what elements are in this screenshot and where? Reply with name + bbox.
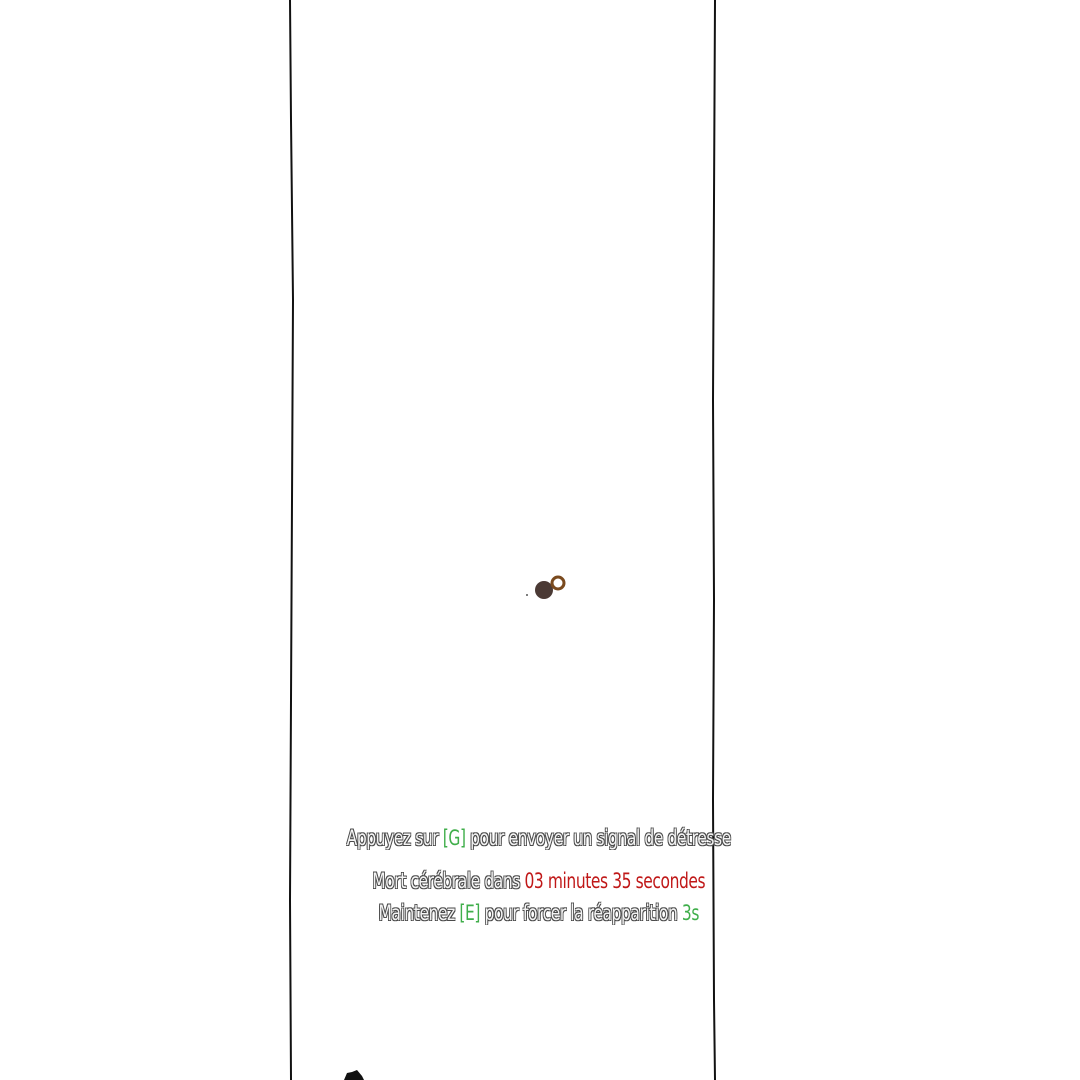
distress-suffix: pour envoyer un signal de détresse: [470, 826, 731, 850]
respawn-middle: pour forcer la réapparition: [484, 901, 678, 925]
respawn-hold-seconds: 3s: [681, 901, 700, 925]
brain-death-prefix: Mort cérébrale dans: [372, 869, 520, 893]
distress-key-g: [G]: [442, 826, 466, 850]
brain-death-timer: Mort cérébrale dans 03 minutes 35 second…: [96, 869, 982, 893]
ground-object: [526, 575, 566, 599]
distress-prefix: Appuyez sur: [346, 826, 439, 850]
respawn-prompt: Maintenez [E] pour forcer la réapparitio…: [96, 901, 982, 925]
respawn-key-e: [E]: [459, 901, 481, 925]
distress-signal-prompt: Appuyez sur [G] pour envoyer un signal d…: [96, 826, 982, 850]
respawn-prefix: Maintenez: [378, 901, 455, 925]
debris-object: [344, 1070, 364, 1080]
brain-death-countdown: 03 minutes 35 secondes: [524, 869, 706, 893]
